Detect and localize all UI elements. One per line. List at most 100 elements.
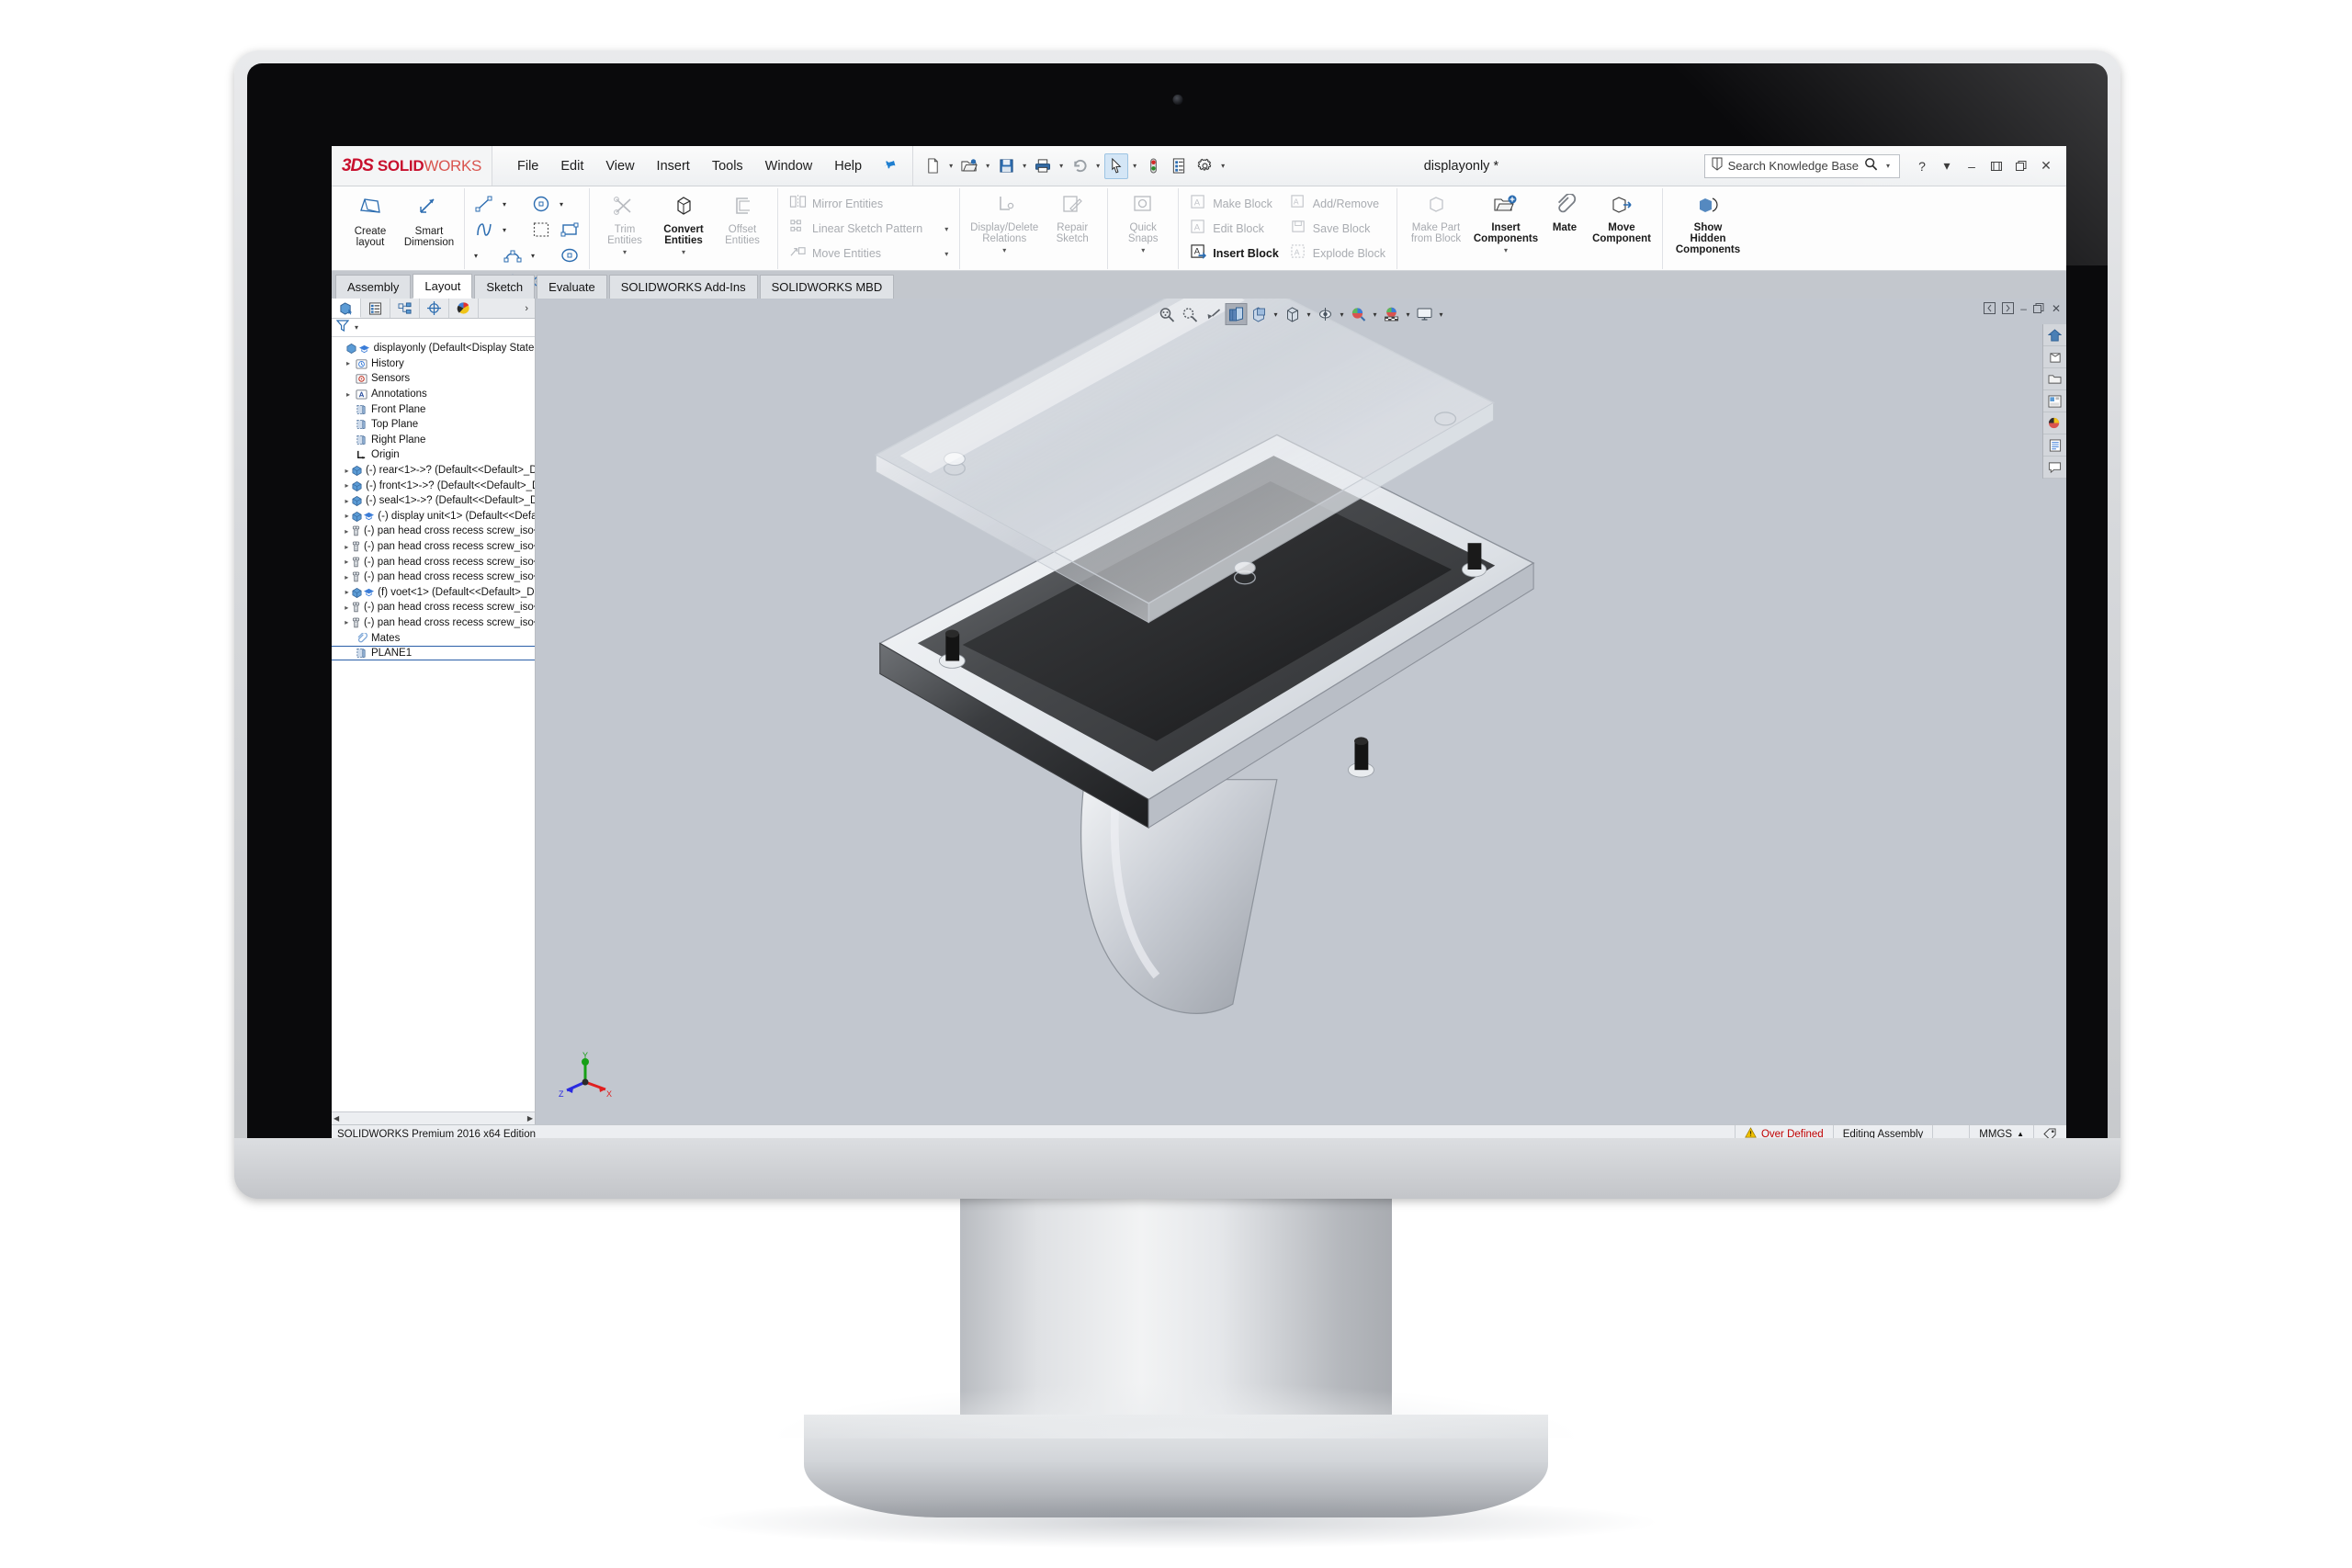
feature-tree-node[interactable]: ▸Sensors	[332, 371, 535, 387]
menu-item-help[interactable]: Help	[824, 155, 872, 177]
feature-tree-node[interactable]: ▸Origin	[332, 447, 535, 463]
feature-tree-node[interactable]: ▸ (-) pan head cross recess screw_iso<3> …	[332, 554, 535, 570]
offset-entities-button[interactable]: Offset Entities	[713, 188, 772, 246]
feature-tree-node[interactable]: ▸ (f) voet<1> (Default<<Default>_Display …	[332, 585, 535, 601]
feature-tree-filter[interactable]: ▾	[332, 319, 535, 337]
feature-manager-tab[interactable]	[332, 299, 361, 318]
expand-arrow-icon[interactable]: ▸	[343, 527, 351, 536]
edit-appearance-caret[interactable]: ▾	[1371, 310, 1380, 319]
feature-tree-node[interactable]: ▸Mates	[332, 630, 535, 646]
undo-caret[interactable]: ▾	[1093, 162, 1102, 170]
zoom-to-area-icon[interactable]	[1180, 303, 1202, 325]
rebuild-icon[interactable]	[1141, 153, 1165, 179]
search-knowledge-base[interactable]: Search Knowledge Base ▾	[1703, 153, 1900, 178]
feature-tree-node[interactable]: ▸Front Plane	[332, 401, 535, 417]
make-part-from-block-button[interactable]: Make Part from Block	[1403, 188, 1469, 244]
expand-arrow-icon[interactable]: ▸	[343, 359, 354, 367]
view-settings-caret[interactable]: ▾	[1437, 310, 1446, 319]
rectangle-icon[interactable]	[556, 218, 583, 242]
circle-caret[interactable]: ▾	[556, 200, 567, 209]
display-manager-tab[interactable]	[449, 299, 479, 318]
solidworks-forum-icon[interactable]	[2043, 457, 2066, 479]
convert-entities-caret[interactable]: ▾	[682, 248, 685, 259]
file-properties-icon[interactable]	[1167, 153, 1191, 179]
menu-item-file[interactable]: File	[507, 155, 548, 177]
repair-sketch-button[interactable]: Repair Sketch	[1043, 188, 1102, 244]
feature-tree-node[interactable]: ▸ (-) front<1>->? (Default<<Default>_Disp…	[332, 478, 535, 493]
view-orientation-caret[interactable]: ▾	[1272, 310, 1281, 319]
feature-tree-node[interactable]: ▸ (-) pan head cross recess screw_iso<1> …	[332, 524, 535, 539]
assembly-3d-model[interactable]	[536, 299, 2066, 1124]
tab-solidworks-add-ins[interactable]: SOLIDWORKS Add-Ins	[608, 275, 758, 299]
expand-arrow-icon[interactable]: ▸	[343, 588, 351, 596]
close-button[interactable]: ✕	[2035, 155, 2057, 177]
feature-tree-node[interactable]: ▸Top Plane	[332, 417, 535, 433]
move-entities-caret[interactable]: ▾	[928, 250, 948, 258]
feature-tree-node[interactable]: ▸ Annotations	[332, 387, 535, 402]
solidworks-logo[interactable]: 3DS SOLID WORKS	[332, 146, 492, 186]
search-caret[interactable]: ▾	[1883, 162, 1893, 170]
expand-arrow-icon[interactable]: ▸	[343, 618, 351, 626]
expand-arrow-icon[interactable]: ▸	[343, 558, 351, 566]
expand-arrow-icon[interactable]: ▸	[343, 497, 351, 505]
quick-snaps-caret[interactable]: ▾	[1141, 246, 1145, 257]
expand-arrow-icon[interactable]: ▸	[343, 573, 351, 581]
create-layout-button[interactable]: Create layout	[341, 188, 400, 248]
feature-tree-node[interactable]: ▸ (-) pan head cross recess screw_iso<5> …	[332, 600, 535, 615]
expand-arrow-icon[interactable]: ▸	[343, 481, 351, 490]
feature-tree-node[interactable]: ▸ (-) pan head cross recess screw_iso<2> …	[332, 539, 535, 555]
hide-show-items-caret[interactable]: ▾	[1338, 310, 1347, 319]
rectangle-select-icon[interactable]	[527, 218, 555, 242]
linear-sketch-pattern-button[interactable]: Linear Sketch Pattern ▾	[786, 217, 952, 241]
apply-scene-icon[interactable]	[1381, 303, 1403, 325]
expand-panel-arrow[interactable]: ›	[525, 303, 535, 314]
dimxpert-manager-tab[interactable]	[420, 299, 449, 318]
line-icon[interactable]	[470, 192, 498, 216]
linear-sketch-pattern-caret[interactable]: ▾	[928, 225, 948, 233]
filter-caret[interactable]: ▾	[352, 323, 361, 332]
hide-show-items-icon[interactable]	[1315, 303, 1337, 325]
expand-arrow-icon[interactable]: ▸	[343, 604, 351, 612]
display-delete-relations-caret[interactable]: ▾	[1002, 246, 1006, 257]
trim-entities-button[interactable]: Trim Entities ▾	[595, 188, 654, 259]
help-caret[interactable]: ▾	[1936, 155, 1958, 177]
expand-arrow-icon[interactable]: ▸	[343, 512, 351, 520]
save-caret[interactable]: ▾	[1020, 162, 1029, 170]
feature-tree-node[interactable]: ▸Right Plane	[332, 433, 535, 448]
menu-item-edit[interactable]: Edit	[550, 155, 594, 177]
tab-layout[interactable]: Layout	[413, 274, 473, 299]
view-orientation-icon[interactable]	[1249, 303, 1271, 325]
menu-item-insert[interactable]: Insert	[647, 155, 700, 177]
feature-tree-hscrollbar[interactable]: ◀ ▶	[332, 1111, 535, 1124]
select-arrow-icon[interactable]	[1104, 152, 1129, 179]
tab-evaluate[interactable]: Evaluate	[537, 275, 607, 299]
smart-dimension-button[interactable]: Smart Dimension	[400, 188, 458, 248]
menu-item-window[interactable]: Window	[755, 155, 823, 177]
move-entities-button[interactable]: Move Entities ▾	[786, 242, 952, 265]
feature-tree-node[interactable]: ▸PLANE1	[332, 645, 535, 661]
file-explorer-icon[interactable]	[2043, 368, 2066, 390]
explode-block-button[interactable]: A Explode Block	[1286, 242, 1389, 265]
scroll-right-arrow[interactable]: ▶	[527, 1114, 533, 1122]
move-component-button[interactable]: Move Component	[1587, 188, 1657, 244]
view-palette-icon[interactable]	[2043, 390, 2066, 412]
new-document-caret[interactable]: ▾	[946, 162, 956, 170]
feature-tree-node[interactable]: ▸displayonly (Default<Display State-1>)	[332, 341, 535, 356]
configuration-manager-tab[interactable]	[390, 299, 420, 318]
arc-caret[interactable]: ▾	[527, 252, 538, 260]
expand-arrow-icon[interactable]: ▸	[343, 467, 351, 475]
maximize-button[interactable]	[2010, 155, 2032, 177]
print-icon[interactable]	[1031, 153, 1055, 179]
insert-components-caret[interactable]: ▾	[1504, 246, 1508, 257]
mirror-entities-button[interactable]: Mirror Entities	[786, 192, 952, 216]
help-button[interactable]: ?	[1911, 155, 1933, 177]
property-manager-tab[interactable]	[361, 299, 390, 318]
open-document-icon[interactable]	[957, 153, 981, 179]
undo-icon[interactable]	[1068, 153, 1091, 179]
search-input[interactable]: Search Knowledge Base	[1728, 159, 1859, 173]
add-remove-button[interactable]: A Add/Remove	[1286, 192, 1389, 216]
display-style-icon[interactable]	[1282, 303, 1304, 325]
viewport-next-button[interactable]	[2002, 302, 2015, 317]
viewport-minimize-button[interactable]: –	[2020, 302, 2027, 317]
feature-tree-node[interactable]: ▸ (-) pan head cross recess screw_iso<6> …	[332, 615, 535, 631]
